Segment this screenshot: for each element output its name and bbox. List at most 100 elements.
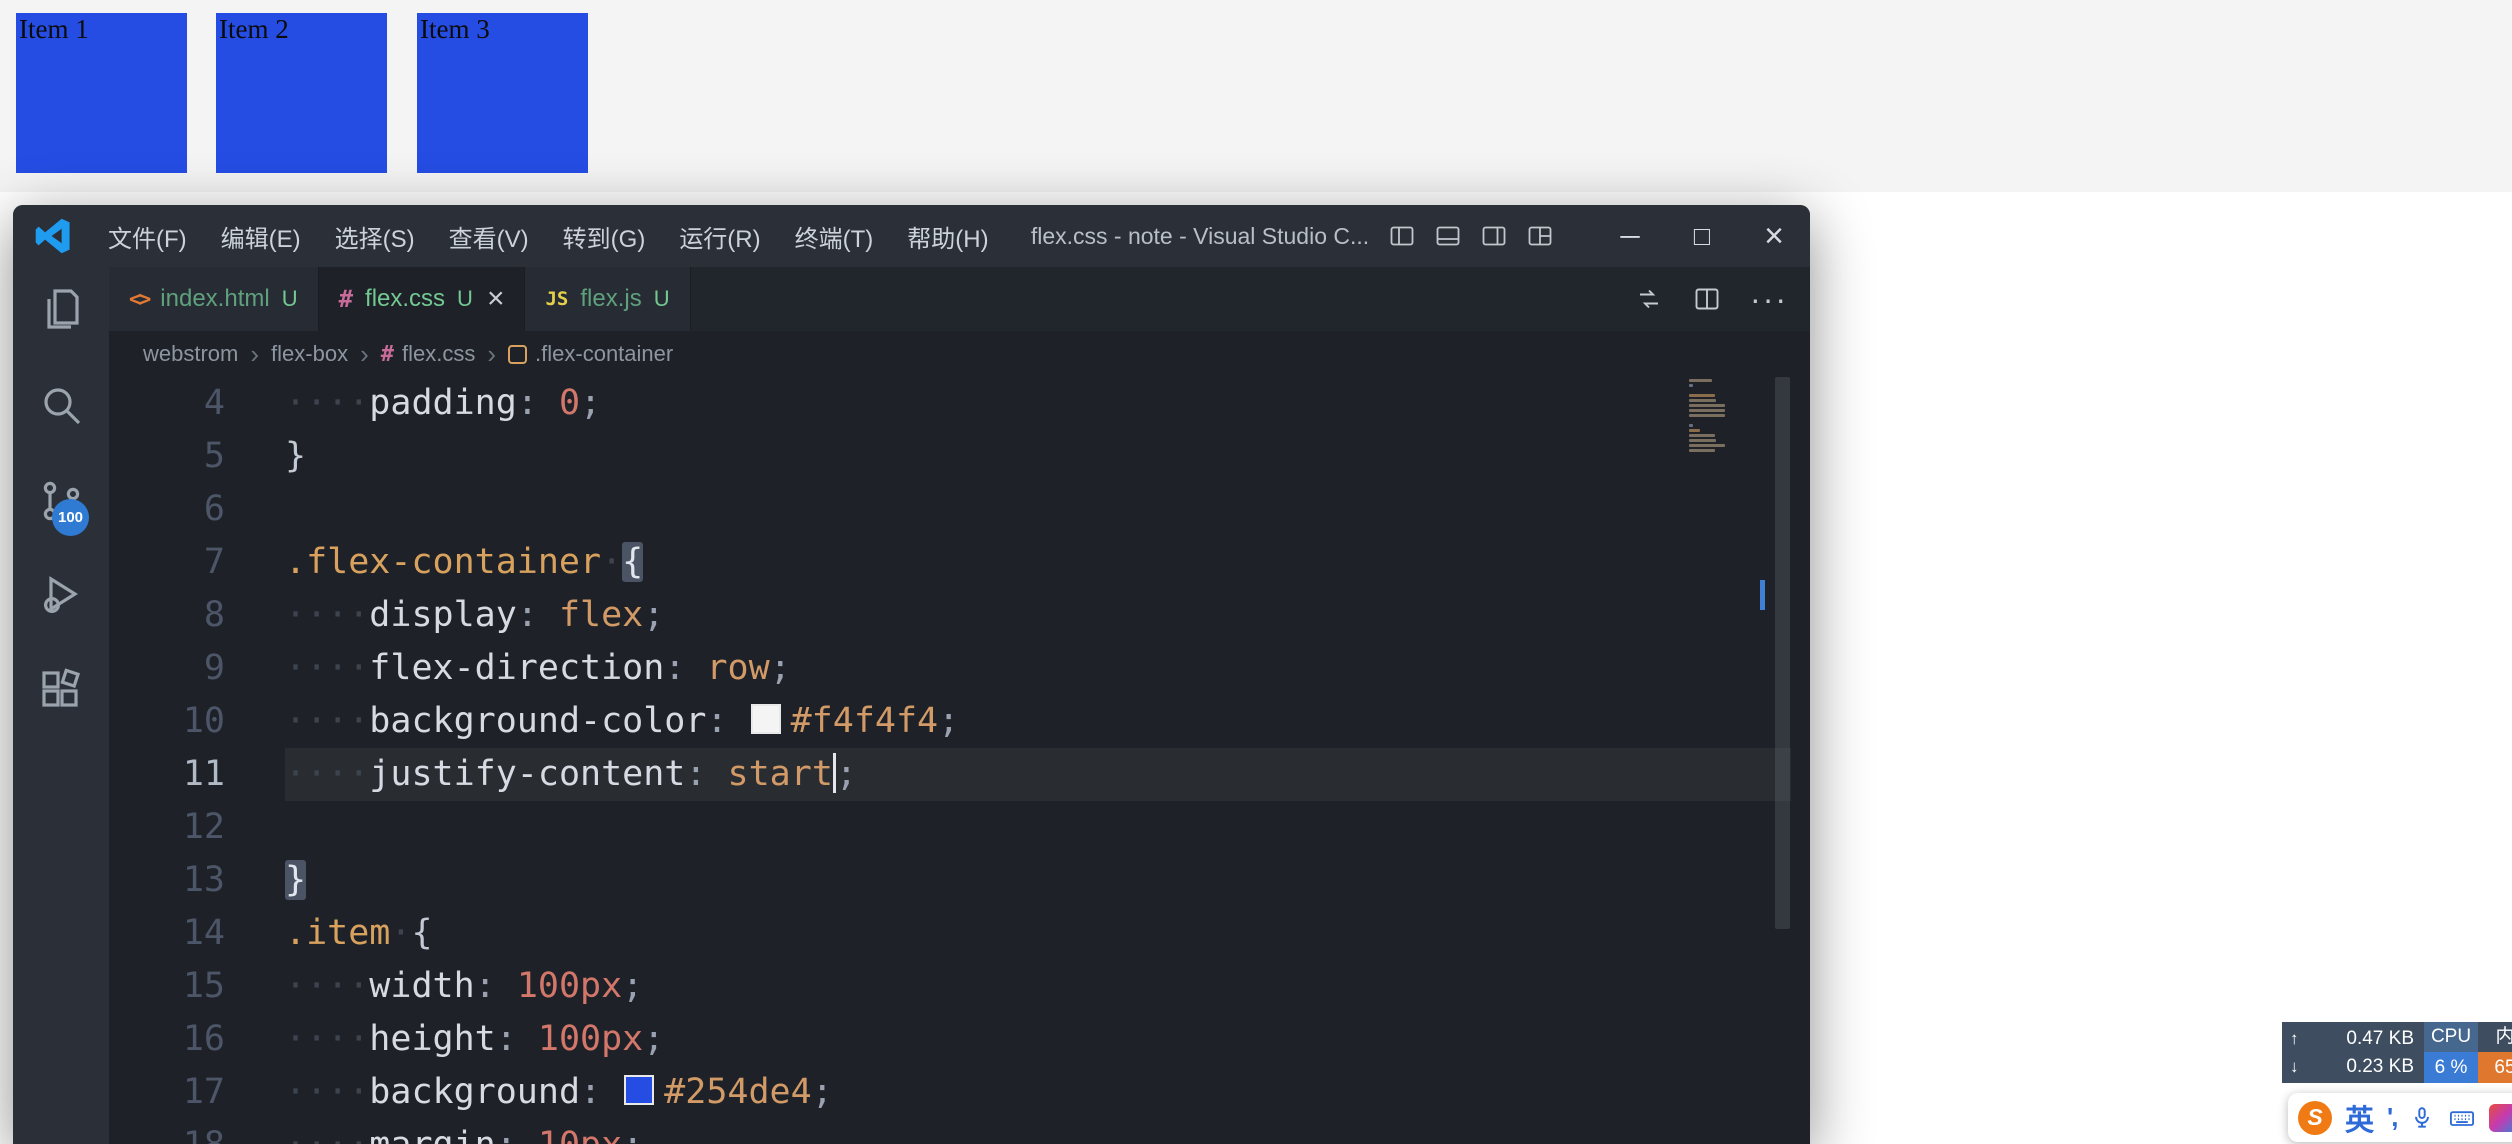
- code-token: :: [664, 648, 706, 688]
- code-token: ·: [390, 913, 411, 953]
- sogou-logo-icon[interactable]: S: [2298, 1101, 2332, 1135]
- code-token: :: [685, 754, 727, 794]
- code-line-6[interactable]: 6: [109, 483, 1791, 536]
- menu-item[interactable]: 终端(T): [778, 219, 891, 254]
- code-token: ;: [622, 966, 643, 1006]
- mic-icon[interactable]: [2409, 1105, 2435, 1131]
- menu-item[interactable]: 运行(R): [662, 219, 777, 254]
- network-speeds: ↑ 0.47 KB ↓ 0.23 KB: [2282, 1022, 2424, 1083]
- memory-widget: 内 65: [2478, 1022, 2512, 1083]
- code-token: ;: [643, 1019, 664, 1059]
- toggle-sidebar-left-icon[interactable]: [1388, 222, 1416, 250]
- code-line-14[interactable]: 14.item·{: [109, 907, 1791, 960]
- minimap-line: [1689, 444, 1725, 447]
- ime-bar: S 英 ',: [2288, 1093, 2512, 1142]
- code-line-10[interactable]: 10····background-color: #f4f4f4;: [109, 695, 1791, 748]
- menu-item[interactable]: 选择(S): [318, 219, 432, 254]
- ime-mode-label[interactable]: 英: [2345, 1097, 2374, 1139]
- close-tab-icon[interactable]: ×: [487, 282, 505, 316]
- line-number: 16: [109, 1013, 285, 1066]
- code-line-17[interactable]: 17····background: #254de4;: [109, 1066, 1791, 1119]
- menu-item[interactable]: 文件(F): [91, 219, 204, 254]
- minimap-line: [1689, 379, 1712, 382]
- code-token: 100px: [517, 966, 622, 1006]
- menu-item[interactable]: 查看(V): [432, 219, 546, 254]
- code-line-7[interactable]: 7.flex-container·{: [109, 536, 1791, 589]
- scrollbar[interactable]: [1774, 377, 1791, 1144]
- open-changes-icon[interactable]: [1634, 284, 1664, 314]
- code-token: height: [369, 1019, 495, 1059]
- search-icon[interactable]: [37, 381, 85, 429]
- menu-item[interactable]: 帮助(H): [890, 219, 1005, 254]
- code-line-5[interactable]: 5}: [109, 430, 1791, 483]
- extensions-icon[interactable]: [37, 666, 85, 714]
- code-lines: 4····padding: 0;5}67.flex-container·{8··…: [109, 377, 1791, 1144]
- line-content: ····justify-content: start;: [285, 748, 1791, 801]
- code-line-18[interactable]: 18····margin: 10px;: [109, 1119, 1791, 1144]
- minimap-line: [1689, 434, 1715, 437]
- code-token: ;: [643, 595, 664, 635]
- color-swatch: [751, 704, 781, 734]
- code-token: :: [475, 966, 517, 1006]
- code-token: width: [369, 966, 474, 1006]
- code-token: }: [285, 436, 306, 476]
- code-token: :: [517, 383, 559, 423]
- breadcrumb-item[interactable]: .flex-container: [508, 341, 673, 367]
- html-file-icon: <>: [129, 287, 148, 311]
- code-line-8[interactable]: 8····display: flex;: [109, 589, 1791, 642]
- scrollbar-thumb[interactable]: [1775, 377, 1790, 929]
- code-token: ;: [938, 701, 959, 741]
- line-number: 13: [109, 854, 285, 907]
- close-icon[interactable]: ×: [1738, 205, 1810, 267]
- toggle-panel-icon[interactable]: [1434, 222, 1462, 250]
- menu-bar: 文件(F)编辑(E)选择(S)查看(V)转到(G)运行(R)终端(T)帮助(H): [91, 205, 1006, 267]
- line-content: [285, 801, 1791, 854]
- code-line-13[interactable]: 13}: [109, 854, 1791, 907]
- code-line-16[interactable]: 16····height: 100px;: [109, 1013, 1791, 1066]
- more-actions-icon[interactable]: ···: [1750, 289, 1788, 309]
- toolbox-icon[interactable]: [2489, 1104, 2512, 1132]
- code-token: flex: [559, 595, 643, 635]
- customize-layout-icon[interactable]: [1526, 222, 1554, 250]
- code-token: ····: [285, 1072, 369, 1112]
- menu-item[interactable]: 编辑(E): [204, 219, 318, 254]
- breadcrumb: webstrom›flex-box›#flex.css›.flex-contai…: [109, 331, 1810, 377]
- code-editor[interactable]: 4····padding: 0;5}67.flex-container·{8··…: [109, 377, 1791, 1144]
- tab-index.html[interactable]: <>index.htmlU: [109, 267, 319, 331]
- code-line-4[interactable]: 4····padding: 0;: [109, 377, 1791, 430]
- breadcrumb-item[interactable]: flex-box: [271, 341, 348, 367]
- line-number: 14: [109, 907, 285, 960]
- code-line-12[interactable]: 12: [109, 801, 1791, 854]
- breadcrumb-label: flex.css: [402, 341, 475, 367]
- code-line-15[interactable]: 15····width: 100px;: [109, 960, 1791, 1013]
- title-bar: 文件(F)编辑(E)选择(S)查看(V)转到(G)运行(R)终端(T)帮助(H)…: [13, 205, 1810, 268]
- breadcrumb-item[interactable]: webstrom: [143, 341, 238, 367]
- keyboard-icon[interactable]: [2448, 1104, 2476, 1132]
- editor-actions: ···: [1634, 267, 1788, 331]
- menu-item[interactable]: 转到(G): [546, 219, 663, 254]
- breadcrumb-item[interactable]: #flex.css: [381, 341, 476, 367]
- explorer-icon[interactable]: [37, 285, 85, 333]
- minimize-icon[interactable]: ─: [1594, 205, 1666, 267]
- code-token: start: [728, 754, 833, 794]
- code-token: #f4f4f4: [791, 701, 939, 741]
- line-content: }: [285, 430, 1791, 483]
- maximize-icon[interactable]: □: [1666, 205, 1738, 267]
- line-content: [285, 483, 1791, 536]
- split-editor-icon[interactable]: [1692, 284, 1722, 314]
- code-token: ;: [622, 1125, 643, 1144]
- git-status-badge: U: [282, 286, 298, 312]
- run-debug-icon[interactable]: [37, 570, 85, 618]
- tab-flex.js[interactable]: JSflex.jsU: [525, 267, 690, 331]
- punctuation-icon[interactable]: ',: [2387, 1102, 2396, 1133]
- cpu-label: CPU: [2424, 1022, 2478, 1052]
- git-status-badge: U: [654, 286, 670, 312]
- line-content: .item·{: [285, 907, 1791, 960]
- code-line-9[interactable]: 9····flex-direction: row;: [109, 642, 1791, 695]
- minimap[interactable]: [1689, 379, 1727, 454]
- tab-flex.css[interactable]: #flex.cssU×: [319, 267, 526, 331]
- line-number: 10: [109, 695, 285, 748]
- line-content: ····background-color: #f4f4f4;: [285, 695, 1791, 748]
- toggle-sidebar-right-icon[interactable]: [1480, 222, 1508, 250]
- code-line-11[interactable]: 11····justify-content: start;: [109, 748, 1791, 801]
